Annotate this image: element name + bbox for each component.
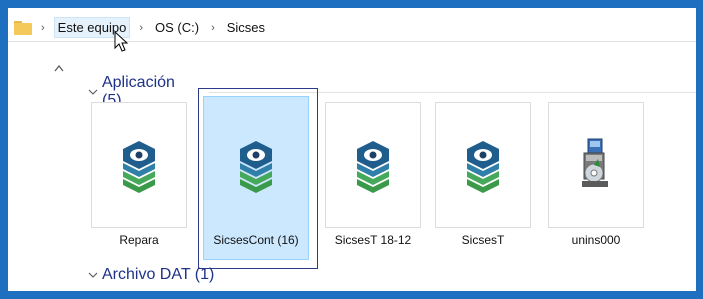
sicses-app-icon (357, 141, 389, 193)
explorer-window: › Este equipo › OS (C:) › Sicses Aplicac… (8, 8, 696, 291)
folder-icon (14, 20, 32, 35)
highlight-box (198, 88, 318, 269)
group-label: Archivo DAT (1) (102, 266, 215, 283)
sicses-app-icon (123, 141, 155, 193)
file-tile-sicsest-18-12[interactable]: SicsesT 18-12 (325, 102, 421, 256)
sicses-app-icon (467, 141, 499, 193)
mouse-cursor-icon (114, 31, 129, 52)
chevron-right-icon[interactable]: › (211, 22, 215, 34)
file-tile-sicsest[interactable]: SicsesT (435, 102, 531, 256)
thumbnail (91, 102, 187, 228)
breadcrumb-item-os-c[interactable]: OS (C:) (152, 17, 202, 38)
thumbnail (435, 102, 531, 228)
file-tile-unins000[interactable]: unins000 (548, 102, 644, 256)
thumbnail (548, 102, 644, 228)
file-name: SicsesT (461, 233, 505, 247)
chevron-right-icon[interactable]: › (41, 22, 45, 34)
file-name: unins000 (571, 233, 621, 247)
file-name: SicsesT 18-12 (334, 233, 412, 247)
file-name: Repara (119, 233, 159, 247)
chevron-down-icon (88, 272, 98, 278)
file-tile-repara[interactable]: Repara (91, 102, 187, 256)
address-bar[interactable]: › Este equipo › OS (C:) › Sicses (8, 14, 696, 42)
breadcrumb-item-sicses[interactable]: Sicses (224, 17, 268, 38)
chevron-down-icon (88, 89, 98, 95)
thumbnail (325, 102, 421, 228)
installer-icon (582, 138, 608, 187)
chevron-right-icon[interactable]: › (139, 22, 143, 34)
scroll-up-icon[interactable] (54, 64, 64, 72)
group-header-archivo-dat[interactable]: Archivo DAT (1) (88, 266, 214, 284)
